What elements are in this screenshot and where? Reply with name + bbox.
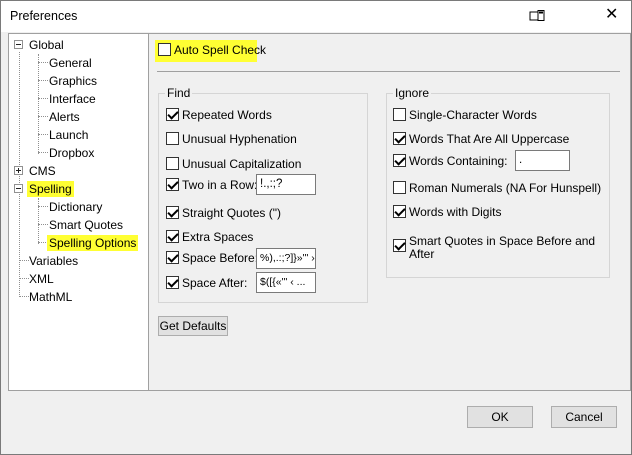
auto-spell-check-checkbox[interactable] bbox=[158, 43, 171, 56]
smart-quotes-space-label-line2: After bbox=[409, 247, 435, 261]
preferences-tree: Global General Graphics Interface Alerts… bbox=[8, 33, 149, 391]
tree-item-spelling[interactable]: Spelling bbox=[27, 181, 74, 197]
auto-spell-check-label: Auto Spell Check bbox=[174, 43, 267, 57]
smart-quotes-space-checkbox[interactable] bbox=[393, 239, 406, 252]
tree-guide bbox=[38, 80, 48, 81]
tree-guide bbox=[38, 206, 48, 207]
space-before-label: Space Before: bbox=[182, 251, 259, 265]
single-character-words-checkbox[interactable] bbox=[393, 108, 406, 121]
spelling-options-panel: Auto Spell Check Find Repeated Words Unu… bbox=[149, 33, 631, 391]
two-in-a-row-checkbox[interactable] bbox=[166, 178, 179, 191]
tree-guide bbox=[38, 116, 48, 117]
find-group-title: Find bbox=[165, 86, 193, 100]
tree-guide bbox=[19, 278, 29, 279]
separator bbox=[157, 71, 620, 72]
tree-item-launch[interactable]: Launch bbox=[49, 127, 88, 143]
restore-window-icon[interactable] bbox=[529, 10, 545, 22]
two-in-a-row-field[interactable]: !.,:;? bbox=[256, 174, 316, 195]
tree-item-graphics[interactable]: Graphics bbox=[49, 73, 97, 89]
get-defaults-button[interactable]: Get Defaults bbox=[158, 316, 228, 336]
words-containing-label: Words Containing: bbox=[409, 154, 508, 168]
unusual-capitalization-checkbox[interactable] bbox=[166, 157, 179, 170]
collapse-spelling-icon[interactable] bbox=[14, 184, 23, 193]
close-icon[interactable]: ✕ bbox=[605, 7, 619, 23]
tree-item-variables[interactable]: Variables bbox=[29, 253, 78, 269]
tree-guide bbox=[19, 260, 29, 261]
space-after-checkbox[interactable] bbox=[166, 276, 179, 289]
tree-item-interface[interactable]: Interface bbox=[49, 91, 96, 107]
tree-guide bbox=[38, 134, 48, 135]
words-with-digits-label: Words with Digits bbox=[409, 205, 502, 219]
collapse-global-icon[interactable] bbox=[14, 40, 23, 49]
tree-item-smart-quotes[interactable]: Smart Quotes bbox=[49, 217, 123, 233]
words-containing-checkbox[interactable] bbox=[393, 154, 406, 167]
tree-item-dropbox[interactable]: Dropbox bbox=[49, 145, 94, 161]
tree-guide bbox=[19, 296, 29, 297]
tree-item-cms[interactable]: CMS bbox=[29, 163, 56, 179]
repeated-words-label: Repeated Words bbox=[182, 108, 272, 122]
ignore-group-title: Ignore bbox=[393, 86, 432, 100]
tree-item-spelling-options[interactable]: Spelling Options bbox=[47, 235, 139, 251]
tree-item-general[interactable]: General bbox=[49, 55, 92, 71]
space-before-field[interactable]: %),.:;?]}»"' › bbox=[256, 248, 316, 269]
words-containing-field[interactable]: . bbox=[515, 150, 570, 171]
repeated-words-checkbox[interactable] bbox=[166, 108, 179, 121]
cancel-button[interactable]: Cancel bbox=[551, 406, 617, 428]
two-in-a-row-label: Two in a Row: bbox=[182, 178, 258, 192]
roman-numerals-checkbox[interactable] bbox=[393, 181, 406, 194]
tree-guide bbox=[38, 224, 48, 225]
tree-item-dictionary[interactable]: Dictionary bbox=[49, 199, 102, 215]
window-title: Preferences bbox=[10, 9, 78, 23]
tree-guide bbox=[38, 54, 39, 154]
words-with-digits-checkbox[interactable] bbox=[393, 205, 406, 218]
unusual-capitalization-label: Unusual Capitalization bbox=[182, 157, 302, 171]
space-before-checkbox[interactable] bbox=[166, 251, 179, 264]
tree-guide bbox=[38, 98, 48, 99]
ok-button[interactable]: OK bbox=[467, 406, 533, 428]
all-uppercase-label: Words That Are All Uppercase bbox=[409, 132, 570, 146]
extra-spaces-label: Extra Spaces bbox=[182, 230, 254, 244]
tree-guide bbox=[38, 152, 48, 153]
tree-item-alerts[interactable]: Alerts bbox=[49, 109, 80, 125]
unusual-hyphenation-checkbox[interactable] bbox=[166, 132, 179, 145]
roman-numerals-label: Roman Numerals (NA For Hunspell) bbox=[409, 181, 602, 195]
single-character-words-label: Single-Character Words bbox=[409, 108, 537, 122]
unusual-hyphenation-label: Unusual Hyphenation bbox=[182, 132, 297, 146]
title-bar: Preferences ✕ bbox=[1, 1, 631, 32]
tree-item-global[interactable]: Global bbox=[29, 37, 64, 53]
space-after-field[interactable]: $([{«"' ‹ ... bbox=[256, 272, 316, 293]
extra-spaces-checkbox[interactable] bbox=[166, 230, 179, 243]
preferences-dialog: Preferences ✕ Global General Graphics In… bbox=[0, 0, 632, 455]
straight-quotes-label: Straight Quotes (") bbox=[182, 206, 281, 220]
space-after-label: Space After: bbox=[182, 276, 248, 290]
tree-item-mathml[interactable]: MathML bbox=[29, 289, 72, 305]
tree-item-xml[interactable]: XML bbox=[29, 271, 54, 287]
all-uppercase-checkbox[interactable] bbox=[393, 132, 406, 145]
straight-quotes-checkbox[interactable] bbox=[166, 206, 179, 219]
tree-guide bbox=[38, 62, 48, 63]
expand-cms-icon[interactable] bbox=[14, 166, 23, 175]
tree-guide bbox=[38, 198, 39, 244]
smart-quotes-space-label-line1: Smart Quotes in Space Before and bbox=[409, 234, 596, 248]
